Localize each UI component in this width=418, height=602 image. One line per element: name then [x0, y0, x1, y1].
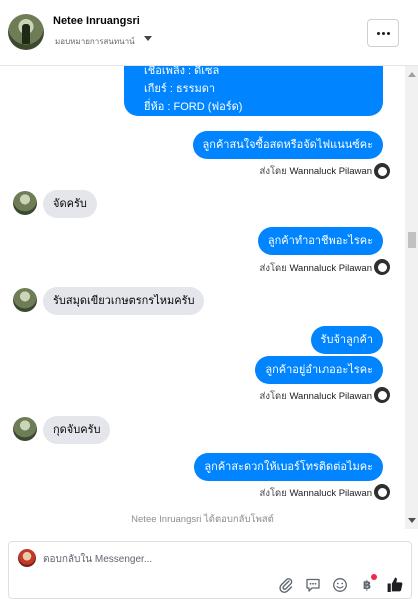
sender-avatar — [13, 417, 37, 441]
payment-icon[interactable]: ฿ — [359, 573, 377, 593]
outgoing-message: ลูกค้าสนใจซื้อสดหรือจัดไฟแนนซ์คะ — [192, 131, 383, 159]
contact-avatar[interactable] — [8, 14, 44, 50]
message-line: เกียร์ : ธรรมดา — [144, 83, 216, 95]
incoming-message: รับสมุดเขียวเกษตรกรไหมครับ — [43, 287, 205, 315]
sender-name: Wannaluck Pilawan — [289, 263, 372, 274]
scrollbar-thumb[interactable] — [408, 232, 416, 248]
sender-avatar — [13, 288, 37, 312]
scroll-down-arrow-icon[interactable] — [408, 518, 416, 523]
seen-indicator-icon — [374, 484, 390, 500]
saved-replies-icon[interactable] — [305, 577, 321, 593]
outgoing-message: เชื้อเพลิง : ดีเซล เกียร์ : ธรรมดา ยี่ห้… — [124, 66, 383, 116]
reply-input[interactable]: ตอบกลับใน Messenger... — [43, 552, 152, 567]
outgoing-message: ลูกค้าอยู่อำเภออะไรคะ — [255, 356, 383, 384]
outgoing-message: ลูกค้าสะดวกให้เบอร์โทรติดต่อไมคะ — [194, 453, 383, 481]
sender-avatar — [13, 191, 37, 215]
message-line: ยี่ห้อ : FORD (ฟอร์ด) — [144, 101, 243, 113]
contact-name[interactable]: Netee Inruangsri — [53, 15, 140, 27]
sender-name: Wannaluck Pilawan — [289, 391, 372, 402]
outgoing-message: ลูกค้าทำอาชีพอะไรคะ — [257, 227, 383, 255]
page-avatar — [18, 549, 36, 567]
conversation-header: Netee Inruangsri มอบหมายการสนทนาน์ — [0, 0, 418, 66]
seen-indicator-icon — [374, 163, 390, 179]
thumbs-up-icon[interactable] — [386, 576, 403, 593]
notification-dot — [371, 573, 377, 580]
more-options-button[interactable] — [367, 19, 399, 47]
seen-indicator-icon — [374, 387, 390, 403]
chevron-down-icon[interactable] — [144, 36, 152, 41]
message-thread: เชื้อเพลิง : ดีเซล เกียร์ : ธรรมดา ยี่ห้… — [0, 66, 405, 529]
sender-name: Wannaluck Pilawan — [289, 488, 372, 499]
emoji-icon[interactable] — [332, 577, 348, 593]
scroll-up-arrow-icon[interactable] — [408, 72, 416, 77]
reply-composer: ตอบกลับใน Messenger... ฿ — [8, 541, 412, 599]
composer-toolbar: ฿ — [278, 573, 403, 593]
sent-by-label: ส่งโดย Wannaluck Pilawan — [259, 391, 372, 402]
outgoing-message: รับจ้าลูกค้า — [310, 326, 383, 354]
sent-by-label: ส่งโดย Wannaluck Pilawan — [259, 166, 372, 177]
sender-name: Wannaluck Pilawan — [289, 166, 372, 177]
reply-status-note: Netee Inruangsri ได้ตอบกลับโพสต์ — [131, 514, 274, 525]
message-line: เชื้อเพลิง : ดีเซล — [144, 66, 220, 77]
assign-conversation-label[interactable]: มอบหมายการสนทนาน์ — [55, 35, 135, 48]
incoming-message: จัดครับ — [43, 190, 97, 218]
attachment-icon[interactable] — [278, 577, 294, 593]
sent-by-label: ส่งโดย Wannaluck Pilawan — [259, 263, 372, 274]
seen-indicator-icon — [374, 259, 390, 275]
incoming-message: กุดจับครับ — [43, 416, 111, 444]
thread-scrollbar[interactable] — [405, 66, 418, 529]
sent-by-label: ส่งโดย Wannaluck Pilawan — [259, 488, 372, 499]
